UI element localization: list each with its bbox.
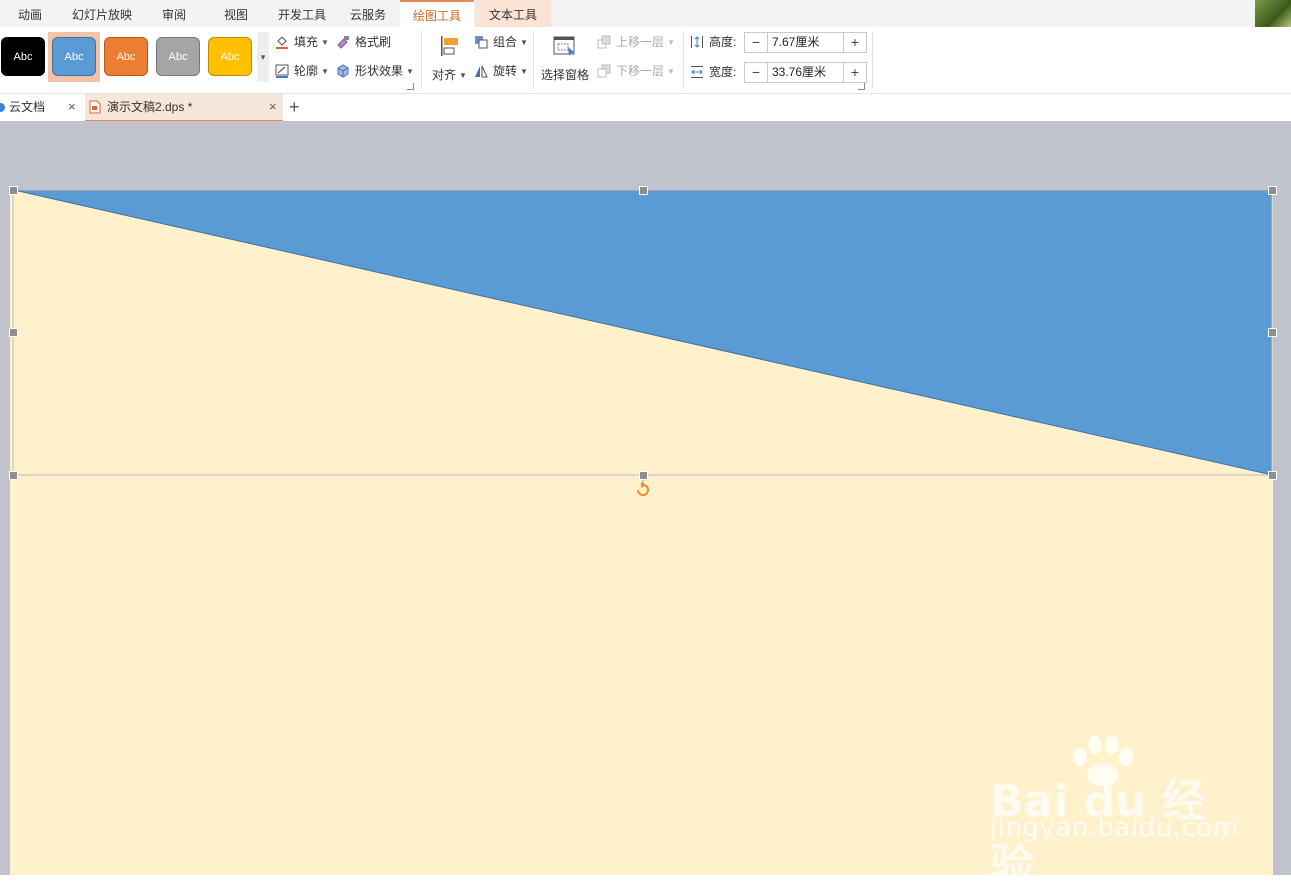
width-label-group: 宽度: [690, 62, 736, 82]
shape-style-gray[interactable]: Abc [156, 37, 200, 76]
new-tab-button[interactable]: + [289, 94, 305, 120]
tab-view[interactable]: 视图 [212, 0, 260, 27]
width-icon [691, 66, 703, 78]
width-stepper[interactable]: − 33.76厘米 + [744, 62, 867, 83]
width-decrement-button[interactable]: − [745, 63, 768, 82]
resize-handle-top-left[interactable] [9, 186, 18, 195]
align-button[interactable]: 对齐 ▼ [432, 33, 468, 89]
tab-cloud-service[interactable]: 云服务 [340, 0, 396, 27]
style-label: Abc [168, 51, 188, 63]
paint-bucket-icon [276, 36, 288, 49]
resize-handle-bottom-right[interactable] [1268, 471, 1277, 480]
format-painter-icon [337, 36, 349, 49]
bring-forward-label: 上移一层 [616, 35, 665, 49]
group-button[interactable]: 组合 ▼ [474, 32, 528, 52]
tab-developer[interactable]: 开发工具 [270, 0, 334, 27]
tab-review[interactable]: 审阅 [150, 0, 198, 27]
presentation-file-icon [89, 100, 101, 114]
fill-button[interactable]: 填充 ▼ [275, 32, 329, 52]
close-icon[interactable]: × [68, 94, 76, 120]
format-painter-label: 格式刷 [355, 35, 392, 49]
dialog-launcher[interactable] [407, 83, 414, 90]
bring-forward-button[interactable]: 上移一层 ▼ [597, 32, 675, 52]
height-label: 高度: [709, 35, 737, 49]
style-label: Abc [220, 51, 240, 63]
menu-bar: 动画 幻灯片放映 审阅 视图 开发工具 云服务 绘图工具 文本工具 [0, 0, 1291, 27]
shape-style-black[interactable]: Abc [1, 37, 45, 76]
ribbon-separator [421, 31, 422, 89]
style-label: Abc [64, 51, 84, 63]
height-stepper[interactable]: − 7.67厘米 + [744, 32, 867, 53]
shape-style-orange[interactable]: Abc [104, 37, 148, 76]
ribbon-separator [533, 31, 534, 89]
tab-text-tools[interactable]: 文本工具 [475, 0, 551, 27]
outline-button[interactable]: 轮廓 ▼ [275, 61, 329, 81]
document-tab-bar: 云文档 × 演示文稿2.dps * × + [0, 94, 1291, 122]
resize-handle-top-right[interactable] [1268, 186, 1277, 195]
watermark-url: jingyan.baidu.com [990, 813, 1239, 843]
tab-cloud-docs[interactable]: 云文档 × [0, 94, 82, 120]
ribbon-separator [683, 31, 684, 89]
resize-handle-bottom-center[interactable] [639, 471, 648, 480]
group-label: 组合 [493, 35, 518, 49]
align-label: 对齐 [432, 68, 457, 82]
width-input[interactable]: 33.76厘米 [772, 63, 826, 82]
resize-handle-middle-left[interactable] [9, 328, 18, 337]
cloud-icon [0, 103, 5, 112]
send-backward-label: 下移一层 [616, 64, 665, 78]
tab-animation[interactable]: 动画 [6, 0, 54, 27]
format-painter-button[interactable]: 格式刷 [336, 32, 391, 52]
height-decrement-button[interactable]: − [745, 33, 768, 52]
fill-label: 填充 [294, 35, 319, 49]
shape-effects-label: 形状效果 [355, 64, 404, 78]
width-label: 宽度: [709, 65, 737, 79]
avatar[interactable] [1255, 0, 1291, 27]
tab-drawing-tools[interactable]: 绘图工具 [400, 0, 474, 27]
height-icon [691, 36, 703, 48]
close-icon[interactable]: × [269, 94, 277, 120]
tab-slideshow[interactable]: 幻灯片放映 [62, 0, 142, 27]
outline-label: 轮廓 [294, 64, 319, 78]
send-backward-button[interactable]: 下移一层 ▼ [597, 61, 675, 81]
height-label-group: 高度: [690, 32, 736, 52]
height-increment-button[interactable]: + [843, 33, 866, 52]
height-input[interactable]: 7.67厘米 [772, 33, 819, 52]
resize-handle-middle-right[interactable] [1268, 328, 1277, 337]
group-icon [475, 36, 488, 49]
rotate-label: 旋转 [493, 64, 518, 78]
shape-style-gold[interactable]: Abc [208, 37, 252, 76]
selection-pane-icon [553, 36, 575, 56]
bring-forward-icon [597, 35, 611, 49]
resize-handle-bottom-left[interactable] [9, 471, 18, 480]
selection-pane-label: 选择窗格 [541, 68, 590, 82]
width-increment-button[interactable]: + [843, 63, 866, 82]
style-label: Abc [116, 51, 136, 63]
selection-pane-button[interactable]: 选择窗格 [540, 33, 592, 89]
ribbon: Abc Abc Abc Abc Abc ▾ 填充 ▼ 格式刷 轮廓 ▼ 形状效果 ▼ … [0, 27, 1291, 94]
watermark: Bai du 经验 jingyan.baidu.com [990, 735, 1238, 891]
rotate-button[interactable]: 旋转 ▼ [474, 61, 528, 81]
document-tab-label: 演示文稿2.dps * [107, 100, 193, 114]
tab-document[interactable]: 演示文稿2.dps * × [85, 94, 283, 122]
cube-icon [337, 64, 349, 78]
style-label: Abc [13, 51, 33, 63]
shape-style-blue[interactable]: Abc [52, 37, 96, 76]
cloud-docs-label: 云文档 [9, 100, 46, 114]
align-icon [441, 36, 458, 56]
outline-pen-icon [275, 64, 289, 78]
send-backward-icon [597, 64, 611, 78]
resize-handle-top-center[interactable] [639, 186, 648, 195]
styles-more-button[interactable]: ▾ [257, 32, 269, 82]
shape-effects-button[interactable]: 形状效果 ▼ [336, 61, 414, 81]
size-dialog-launcher[interactable] [858, 83, 865, 90]
ribbon-separator [872, 31, 873, 89]
rotate-icon [475, 65, 488, 78]
